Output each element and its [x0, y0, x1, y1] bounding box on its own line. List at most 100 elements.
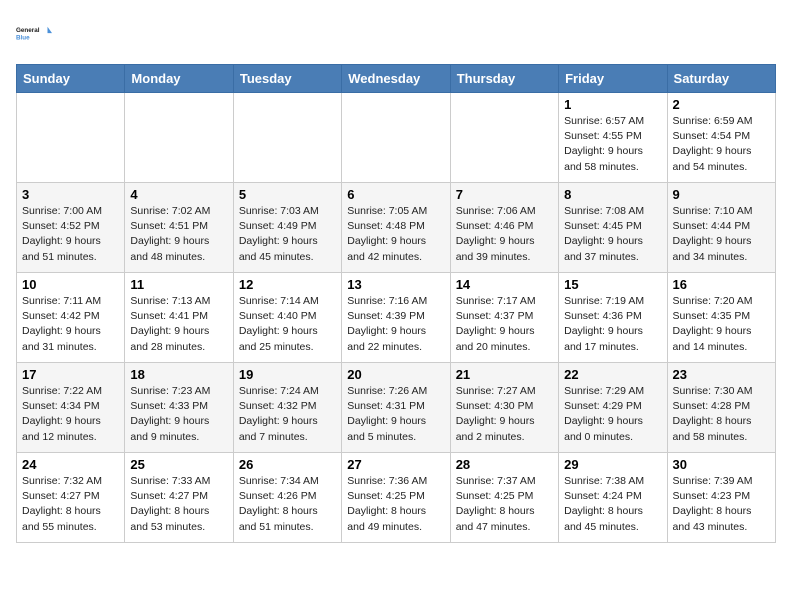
- calendar-cell: 22 Sunrise: 7:29 AM Sunset: 4:29 PM Dayli…: [559, 363, 667, 453]
- svg-text:Blue: Blue: [16, 34, 30, 41]
- day-number: 4: [130, 187, 227, 202]
- day-number: 16: [673, 277, 770, 292]
- calendar-week-row: 24 Sunrise: 7:32 AM Sunset: 4:27 PM Dayli…: [17, 453, 776, 543]
- day-number: 11: [130, 277, 227, 292]
- calendar-week-row: 17 Sunrise: 7:22 AM Sunset: 4:34 PM Dayli…: [17, 363, 776, 453]
- day-number: 10: [22, 277, 119, 292]
- day-info: Sunrise: 7:36 AM Sunset: 4:25 PM Dayligh…: [347, 474, 444, 535]
- day-info: Sunrise: 7:29 AM Sunset: 4:29 PM Dayligh…: [564, 384, 661, 445]
- weekday-header: Sunday: [17, 65, 125, 93]
- day-number: 8: [564, 187, 661, 202]
- day-number: 12: [239, 277, 336, 292]
- day-info: Sunrise: 7:39 AM Sunset: 4:23 PM Dayligh…: [673, 474, 770, 535]
- day-number: 18: [130, 367, 227, 382]
- day-number: 19: [239, 367, 336, 382]
- day-info: Sunrise: 7:02 AM Sunset: 4:51 PM Dayligh…: [130, 204, 227, 265]
- calendar-cell: [342, 93, 450, 183]
- weekday-header: Tuesday: [233, 65, 341, 93]
- calendar-cell: 13 Sunrise: 7:16 AM Sunset: 4:39 PM Dayli…: [342, 273, 450, 363]
- calendar-week-row: 1 Sunrise: 6:57 AM Sunset: 4:55 PM Daylig…: [17, 93, 776, 183]
- day-number: 24: [22, 457, 119, 472]
- calendar-cell: 29 Sunrise: 7:38 AM Sunset: 4:24 PM Dayli…: [559, 453, 667, 543]
- day-info: Sunrise: 7:22 AM Sunset: 4:34 PM Dayligh…: [22, 384, 119, 445]
- calendar-cell: 5 Sunrise: 7:03 AM Sunset: 4:49 PM Daylig…: [233, 183, 341, 273]
- calendar-cell: 17 Sunrise: 7:22 AM Sunset: 4:34 PM Dayli…: [17, 363, 125, 453]
- calendar-cell: [17, 93, 125, 183]
- day-info: Sunrise: 7:26 AM Sunset: 4:31 PM Dayligh…: [347, 384, 444, 445]
- day-number: 13: [347, 277, 444, 292]
- calendar-table: SundayMondayTuesdayWednesdayThursdayFrid…: [16, 64, 776, 543]
- day-number: 7: [456, 187, 553, 202]
- calendar-cell: 4 Sunrise: 7:02 AM Sunset: 4:51 PM Daylig…: [125, 183, 233, 273]
- weekday-header: Monday: [125, 65, 233, 93]
- day-info: Sunrise: 7:38 AM Sunset: 4:24 PM Dayligh…: [564, 474, 661, 535]
- calendar-cell: 23Sunrise: 7:30 AM Sunset: 4:28 PM Dayli…: [667, 363, 775, 453]
- calendar-cell: 26 Sunrise: 7:34 AM Sunset: 4:26 PM Dayli…: [233, 453, 341, 543]
- calendar-cell: 6Sunrise: 7:05 AM Sunset: 4:48 PM Daylig…: [342, 183, 450, 273]
- calendar-cell: 9Sunrise: 7:10 AM Sunset: 4:44 PM Daylig…: [667, 183, 775, 273]
- day-number: 14: [456, 277, 553, 292]
- calendar-cell: [233, 93, 341, 183]
- day-info: Sunrise: 7:19 AM Sunset: 4:36 PM Dayligh…: [564, 294, 661, 355]
- page-header: General Blue: [16, 16, 776, 52]
- day-info: Sunrise: 7:24 AM Sunset: 4:32 PM Dayligh…: [239, 384, 336, 445]
- calendar-cell: [125, 93, 233, 183]
- calendar-cell: 2 Sunrise: 6:59 AM Sunset: 4:54 PM Daylig…: [667, 93, 775, 183]
- day-info: Sunrise: 7:16 AM Sunset: 4:39 PM Dayligh…: [347, 294, 444, 355]
- day-info: Sunrise: 6:59 AM Sunset: 4:54 PM Dayligh…: [673, 114, 770, 175]
- day-info: Sunrise: 7:11 AM Sunset: 4:42 PM Dayligh…: [22, 294, 119, 355]
- logo-icon: General Blue: [16, 16, 52, 52]
- calendar-cell: 30 Sunrise: 7:39 AM Sunset: 4:23 PM Dayli…: [667, 453, 775, 543]
- calendar-week-row: 3Sunrise: 7:00 AM Sunset: 4:52 PM Daylig…: [17, 183, 776, 273]
- calendar-cell: 28 Sunrise: 7:37 AM Sunset: 4:25 PM Dayli…: [450, 453, 558, 543]
- weekday-header: Thursday: [450, 65, 558, 93]
- calendar-cell: 14Sunrise: 7:17 AM Sunset: 4:37 PM Dayli…: [450, 273, 558, 363]
- day-info: Sunrise: 7:32 AM Sunset: 4:27 PM Dayligh…: [22, 474, 119, 535]
- calendar-cell: 1 Sunrise: 6:57 AM Sunset: 4:55 PM Daylig…: [559, 93, 667, 183]
- calendar-cell: 27Sunrise: 7:36 AM Sunset: 4:25 PM Dayli…: [342, 453, 450, 543]
- day-number: 15: [564, 277, 661, 292]
- calendar-cell: 12 Sunrise: 7:14 AM Sunset: 4:40 PM Dayli…: [233, 273, 341, 363]
- day-number: 5: [239, 187, 336, 202]
- day-number: 26: [239, 457, 336, 472]
- day-number: 1: [564, 97, 661, 112]
- calendar-cell: 18 Sunrise: 7:23 AM Sunset: 4:33 PM Dayli…: [125, 363, 233, 453]
- day-info: Sunrise: 7:14 AM Sunset: 4:40 PM Dayligh…: [239, 294, 336, 355]
- day-info: Sunrise: 6:57 AM Sunset: 4:55 PM Dayligh…: [564, 114, 661, 175]
- day-info: Sunrise: 7:06 AM Sunset: 4:46 PM Dayligh…: [456, 204, 553, 265]
- day-info: Sunrise: 7:37 AM Sunset: 4:25 PM Dayligh…: [456, 474, 553, 535]
- day-number: 3: [22, 187, 119, 202]
- day-info: Sunrise: 7:08 AM Sunset: 4:45 PM Dayligh…: [564, 204, 661, 265]
- day-info: Sunrise: 7:33 AM Sunset: 4:27 PM Dayligh…: [130, 474, 227, 535]
- day-info: Sunrise: 7:20 AM Sunset: 4:35 PM Dayligh…: [673, 294, 770, 355]
- calendar-cell: 11Sunrise: 7:13 AM Sunset: 4:41 PM Dayli…: [125, 273, 233, 363]
- day-info: Sunrise: 7:10 AM Sunset: 4:44 PM Dayligh…: [673, 204, 770, 265]
- weekday-header: Wednesday: [342, 65, 450, 93]
- calendar-cell: 19 Sunrise: 7:24 AM Sunset: 4:32 PM Dayli…: [233, 363, 341, 453]
- weekday-header: Saturday: [667, 65, 775, 93]
- day-number: 25: [130, 457, 227, 472]
- calendar-cell: 10 Sunrise: 7:11 AM Sunset: 4:42 PM Dayli…: [17, 273, 125, 363]
- calendar-cell: 15 Sunrise: 7:19 AM Sunset: 4:36 PM Dayli…: [559, 273, 667, 363]
- day-info: Sunrise: 7:03 AM Sunset: 4:49 PM Dayligh…: [239, 204, 336, 265]
- weekday-header: Friday: [559, 65, 667, 93]
- calendar-cell: 16 Sunrise: 7:20 AM Sunset: 4:35 PM Dayli…: [667, 273, 775, 363]
- day-number: 23: [673, 367, 770, 382]
- logo: General Blue: [16, 16, 52, 52]
- day-number: 22: [564, 367, 661, 382]
- day-number: 29: [564, 457, 661, 472]
- day-info: Sunrise: 7:23 AM Sunset: 4:33 PM Dayligh…: [130, 384, 227, 445]
- day-info: Sunrise: 7:27 AM Sunset: 4:30 PM Dayligh…: [456, 384, 553, 445]
- day-number: 20: [347, 367, 444, 382]
- calendar-cell: 25 Sunrise: 7:33 AM Sunset: 4:27 PM Dayli…: [125, 453, 233, 543]
- svg-text:General: General: [16, 27, 40, 34]
- calendar-cell: 21 Sunrise: 7:27 AM Sunset: 4:30 PM Dayli…: [450, 363, 558, 453]
- day-number: 17: [22, 367, 119, 382]
- calendar-cell: 3Sunrise: 7:00 AM Sunset: 4:52 PM Daylig…: [17, 183, 125, 273]
- day-number: 30: [673, 457, 770, 472]
- day-info: Sunrise: 7:34 AM Sunset: 4:26 PM Dayligh…: [239, 474, 336, 535]
- day-number: 6: [347, 187, 444, 202]
- day-number: 28: [456, 457, 553, 472]
- day-number: 2: [673, 97, 770, 112]
- day-number: 21: [456, 367, 553, 382]
